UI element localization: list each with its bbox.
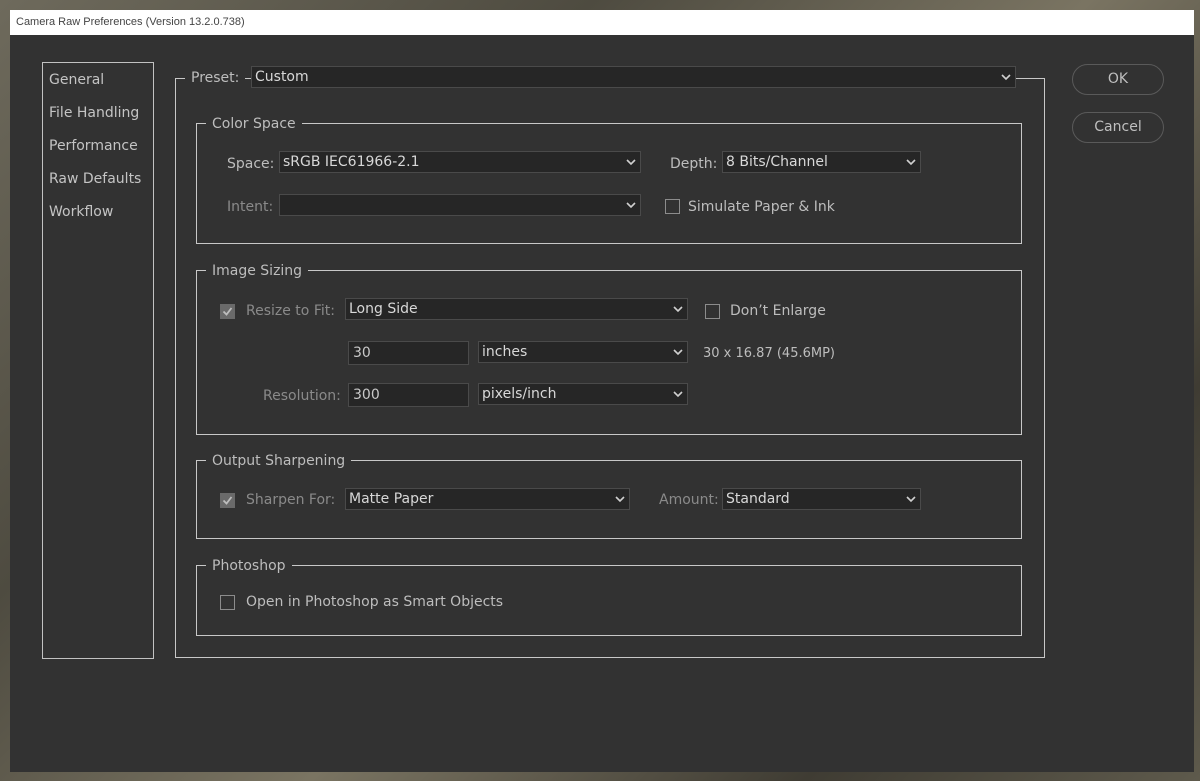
chevron-down-icon [673,306,683,313]
resize-to-fit-checkbox[interactable] [220,304,235,319]
nav-item-workflow[interactable]: Workflow [49,204,113,220]
resolution-unit-select[interactable]: pixels/inch [478,383,688,405]
preset-value: Custom [255,69,309,85]
amount-label: Amount: [659,492,719,508]
cancel-button[interactable]: Cancel [1072,112,1164,143]
size-unit-select[interactable]: inches [478,341,688,363]
dont-enlarge-label: Don’t Enlarge [730,303,826,319]
preset-label: Preset: [185,70,246,86]
output-dimensions: 30 x 16.87 (45.6MP) [703,346,835,361]
space-label: Space: [227,156,275,172]
resolution-label: Resolution: [263,388,341,404]
nav-item-performance[interactable]: Performance [49,138,138,154]
nav-item-file-handling[interactable]: File Handling [49,105,139,121]
chevron-down-icon [615,496,625,503]
nav-item-general[interactable]: General [49,72,104,88]
checkmark-icon [222,496,233,505]
amount-value: Standard [726,491,790,507]
chevron-down-icon [673,349,683,356]
depth-select[interactable]: 8 Bits/Channel [722,151,921,173]
dont-enlarge-checkbox[interactable] [705,304,720,319]
space-select[interactable]: sRGB IEC61966-2.1 [279,151,641,173]
chevron-down-icon [626,202,636,209]
color-space-group [196,123,1022,244]
simulate-paper-ink-label: Simulate Paper & Ink [688,199,835,215]
resolution-unit-value: pixels/inch [482,386,557,402]
window-title: Camera Raw Preferences (Version 13.2.0.7… [10,10,1194,35]
simulate-paper-ink-checkbox[interactable] [665,199,680,214]
intent-select[interactable] [279,194,641,216]
resize-to-fit-label: Resize to Fit: [246,303,335,319]
resize-to-fit-select[interactable]: Long Side [345,298,688,320]
preferences-nav: General File Handling Performance Raw De… [42,62,154,659]
chevron-down-icon [906,159,916,166]
chevron-down-icon [906,496,916,503]
preset-select[interactable]: Custom [251,66,1016,88]
resize-to-fit-value: Long Side [349,301,418,317]
sharpen-for-checkbox[interactable] [220,493,235,508]
sharpen-for-value: Matte Paper [349,491,434,507]
image-sizing-legend: Image Sizing [206,263,309,279]
amount-select[interactable]: Standard [722,488,921,510]
photoshop-legend: Photoshop [206,558,292,574]
resolution-input[interactable]: 300 [348,383,469,407]
size-unit-value: inches [482,344,528,360]
ok-button[interactable]: OK [1072,64,1164,95]
preferences-dialog: Camera Raw Preferences (Version 13.2.0.7… [10,10,1194,772]
sharpen-for-label: Sharpen For: [246,492,336,508]
depth-label: Depth: [670,156,718,172]
color-space-legend: Color Space [206,116,302,132]
output-sharpening-legend: Output Sharpening [206,453,352,469]
sharpen-for-select[interactable]: Matte Paper [345,488,630,510]
chevron-down-icon [1001,74,1011,81]
space-value: sRGB IEC61966-2.1 [283,154,420,170]
smart-objects-checkbox[interactable] [220,595,235,610]
size-input[interactable]: 30 [348,341,469,365]
checkmark-icon [222,307,233,316]
depth-value: 8 Bits/Channel [726,154,828,170]
nav-item-raw-defaults[interactable]: Raw Defaults [49,171,141,187]
chevron-down-icon [626,159,636,166]
intent-label: Intent: [227,199,274,215]
smart-objects-label: Open in Photoshop as Smart Objects [246,594,504,610]
chevron-down-icon [673,391,683,398]
